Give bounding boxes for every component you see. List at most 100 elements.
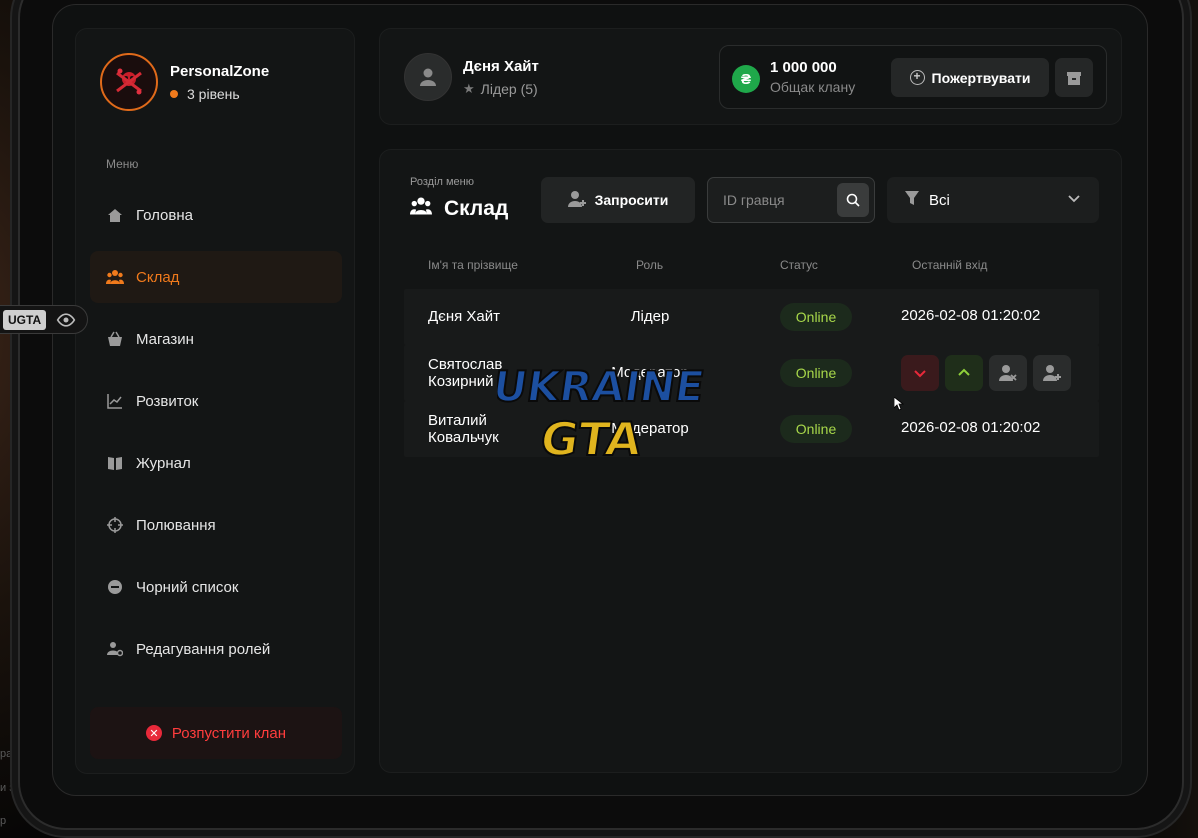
basket-icon [106,330,124,348]
table-row[interactable]: Дєня Хайт Лідер Online 2026-02-08 01:20:… [404,289,1099,345]
add-user-button[interactable] [1033,355,1071,391]
disband-clan-button[interactable]: ✕ Розпустити клан [90,707,342,759]
chevron-down-icon [914,370,926,378]
user-role-text: Лідер (5) [480,80,538,97]
mouse-cursor-icon [894,397,904,411]
sidebar: PersonalZone 3 рівень Меню Головна Склад… [75,28,355,774]
sidebar-item-development[interactable]: Розвиток [90,375,342,427]
archive-icon [1067,71,1081,85]
page-title: Склад [410,196,508,222]
clan-profile: PersonalZone 3 рівень [100,53,269,111]
ugta-overlay-tag[interactable]: UGTA [0,305,88,334]
book-icon [106,454,124,472]
sidebar-item-blacklist[interactable]: Чорний список [90,561,342,613]
plus-circle-icon: + [909,70,925,85]
sidebar-item-label: Чорний список [136,578,239,596]
clan-level: 3 рівень [170,86,269,102]
filter-value: Всі [929,191,950,209]
sidebar-item-label: Магазин [136,330,194,348]
level-dot-icon [170,89,178,98]
clan-logo-icon [116,68,142,95]
add-user-icon [1043,365,1061,381]
clan-balance: ₴ 1 000 000 Общак клану + Пожертвувати [719,45,1107,109]
chevron-down-icon [1067,191,1081,209]
column-header-status: Статус [780,258,818,272]
invite-label: Запросити [594,192,669,208]
chart-icon [106,392,124,410]
chevron-up-icon [958,368,970,376]
main-panel: Розділ меню Склад Запросити Всі Ім'я та … [379,149,1122,773]
search-icon [846,193,860,207]
close-icon: ✕ [145,725,162,741]
member-role: Лідер [630,308,670,325]
role-filter-select[interactable]: Всі [887,177,1099,223]
ukraine-gta-watermark: UKRAINE GTA [497,361,708,467]
sidebar-item-squad[interactable]: Склад [90,251,342,303]
disband-clan-label: Розпустити клан [171,724,287,742]
hryvnia-coin-icon: ₴ [732,65,760,93]
crosshair-icon [106,516,124,534]
sidebar-menu: Головна Склад Магазин Розвиток Журнал По… [90,189,342,685]
column-header-last-login: Останній вхід [912,258,988,272]
add-user-icon [567,190,586,211]
user-block: Дєня Хайт ★ Лідер (5) [404,53,539,101]
background-text: р [0,815,7,827]
background-text: и з [0,782,15,794]
ugta-label: UGTA [3,309,47,330]
filter-icon [905,190,919,210]
user-role: ★ Лідер (5) [463,81,539,97]
sidebar-item-label: Головна [136,206,193,224]
promote-button[interactable] [945,355,983,391]
menu-title: Меню [106,157,139,171]
watermark-line2: GTA [537,412,645,466]
background-text: ра [0,748,13,760]
kick-member-button[interactable] [989,355,1027,391]
top-bar: Дєня Хайт ★ Лідер (5) ₴ 1 000 000 Общак … [379,28,1122,125]
sidebar-item-shop[interactable]: Магазин [90,313,342,365]
sidebar-item-home[interactable]: Головна [90,189,342,241]
user-name: Дєня Хайт [463,57,539,75]
star-icon: ★ [463,80,475,96]
eye-icon[interactable] [56,310,76,330]
donate-button[interactable]: + Пожертвувати [891,58,1049,97]
clan-name: PersonalZone [170,62,270,80]
sidebar-item-label: Журнал [136,454,191,472]
minus-circle-icon [106,578,124,596]
sidebar-item-label: Склад [136,268,180,286]
users-icon [410,196,432,222]
status-badge: Online [780,303,852,331]
column-header-role: Роль [636,258,664,272]
balance-label: Общак клану [770,79,856,95]
archive-button[interactable] [1055,58,1093,97]
user-avatar [404,53,452,101]
member-name: Дєня Хайт [428,308,500,325]
sidebar-item-label: Редагування ролей [136,640,271,658]
table-header: Ім'я та прізвище Роль Статус Останній вх… [404,258,1099,274]
sidebar-item-edit-roles[interactable]: Редагування ролей [90,623,342,675]
last-login: 2026-02-08 01:20:02 [901,307,1041,324]
watermark-line1: UKRAINE [497,362,707,411]
invite-button[interactable]: Запросити [541,177,695,223]
page-title-text: Склад [444,197,509,220]
last-login: 2026-02-08 01:20:02 [901,419,1041,436]
demote-button[interactable] [901,355,939,391]
remove-user-icon [999,365,1017,381]
user-icon [420,68,436,86]
sidebar-item-label: Полювання [136,516,216,534]
clan-avatar [100,53,158,111]
section-label: Розділ меню [410,176,474,188]
sidebar-item-journal[interactable]: Журнал [90,437,342,489]
donate-label: Пожертвувати [931,69,1031,86]
column-header-name: Ім'я та прізвище [428,258,518,272]
clan-level-text: 3 рівень [187,85,240,102]
users-icon [106,268,124,286]
sidebar-item-hunting[interactable]: Полювання [90,499,342,551]
player-id-field [707,177,875,223]
status-badge: Online [780,359,852,387]
player-id-input[interactable] [708,178,834,222]
user-gear-icon [106,640,124,658]
home-icon [106,206,124,224]
search-button[interactable] [837,183,869,217]
status-badge: Online [780,415,852,443]
balance-amount: 1 000 000 [770,59,837,76]
